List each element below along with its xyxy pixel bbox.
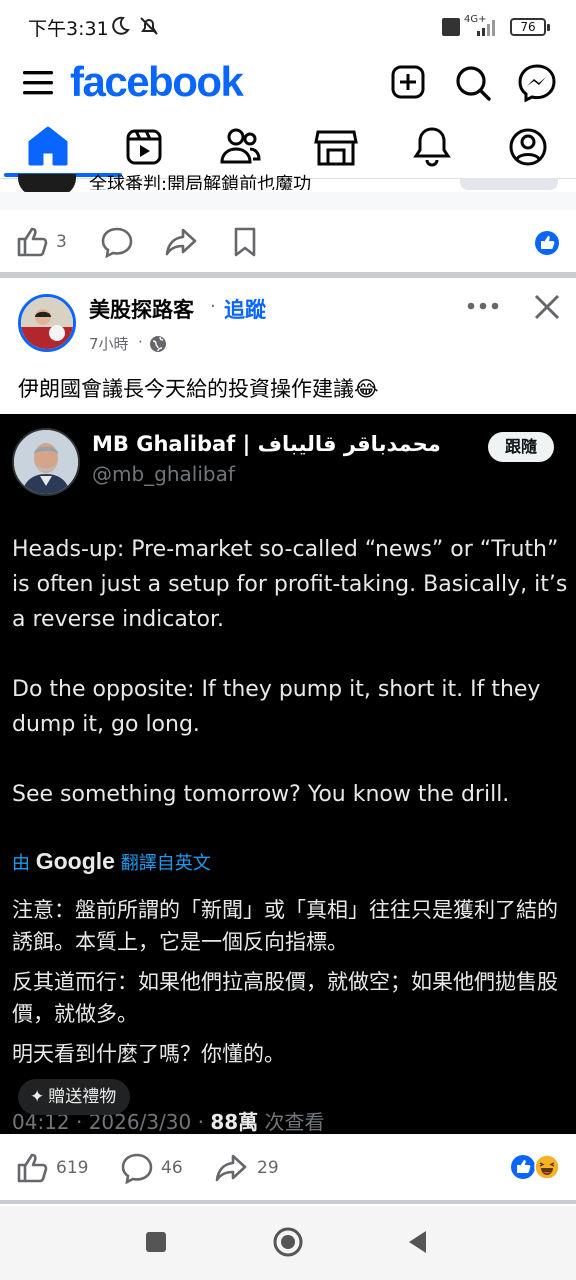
create-icon[interactable] bbox=[388, 62, 428, 102]
like-count: 3 bbox=[56, 232, 67, 252]
translated-paragraph: 注意：盤前所謂的「新聞」或「真相」往往只是獲利了結的誘餌。本質上，它是一個反向指… bbox=[12, 898, 558, 954]
google-logo: Google bbox=[35, 848, 115, 874]
android-nav-bar bbox=[0, 1206, 576, 1280]
like-reaction-icon bbox=[511, 1155, 535, 1179]
translate-link: 翻譯自英文 bbox=[120, 853, 211, 874]
tweet-views: 88萬 bbox=[210, 1110, 259, 1134]
post-caption: 伊朗國會議長今天給的投資操作建議😂 bbox=[18, 377, 379, 401]
share-icon[interactable] bbox=[164, 226, 198, 258]
gift-icon: ✦ bbox=[30, 1087, 45, 1107]
post-image-tweet[interactable]: MB Ghalibaf | محمدباقر قالیباف @mb_ghali… bbox=[0, 414, 576, 1134]
tweet-paragraph: Heads-up: Pre-market so-called “news” or… bbox=[12, 537, 568, 632]
translate-prefix: 由 bbox=[12, 853, 30, 874]
recents-button[interactable] bbox=[146, 1232, 166, 1252]
tab-profile[interactable] bbox=[498, 122, 558, 172]
tab-marketplace[interactable] bbox=[306, 122, 366, 172]
send-gift-button[interactable]: ✦ 贈送禮物 bbox=[18, 1079, 131, 1115]
share-icon[interactable] bbox=[214, 1152, 248, 1184]
gift-label: 贈送禮物 bbox=[48, 1087, 117, 1107]
like-icon[interactable] bbox=[16, 1152, 50, 1184]
volte-icon bbox=[442, 18, 460, 36]
prev-post-button[interactable] bbox=[460, 178, 558, 190]
more-options-icon[interactable] bbox=[466, 296, 500, 316]
translated-paragraph: 反其道而行：如果他們拉高股價，就做空；如果他們拋售股價，就做多。 bbox=[12, 970, 558, 1026]
bookmark-icon[interactable] bbox=[230, 226, 260, 258]
menu-icon[interactable] bbox=[20, 66, 56, 100]
like-reaction-icon bbox=[535, 231, 559, 255]
tweet-paragraph: See something tomorrow? You know the dri… bbox=[12, 782, 510, 807]
author-avatar[interactable] bbox=[18, 294, 76, 352]
comment-icon[interactable] bbox=[100, 226, 134, 258]
search-icon[interactable] bbox=[452, 62, 494, 104]
facebook-logo[interactable]: facebook bbox=[70, 58, 244, 106]
translated-paragraph: 明天看到什麼了嗎？你懂的。 bbox=[12, 1042, 285, 1066]
muted-icon bbox=[140, 17, 158, 35]
tweet-paragraph: Do the opposite: If they pump it, short … bbox=[12, 677, 541, 737]
messenger-icon[interactable] bbox=[516, 62, 558, 104]
prev-post-bg bbox=[0, 192, 576, 210]
haha-reaction-icon bbox=[534, 1154, 560, 1180]
tab-notifications[interactable] bbox=[402, 122, 462, 172]
tab-home[interactable] bbox=[18, 122, 78, 172]
like-count: 619 bbox=[56, 1158, 89, 1178]
post-separator bbox=[0, 272, 576, 278]
follow-button[interactable]: 追蹤 bbox=[224, 294, 266, 324]
back-button[interactable] bbox=[404, 1228, 432, 1256]
status-bar: 下午3:31 4G+ 76 bbox=[0, 0, 576, 54]
post-time: 7小時 bbox=[89, 335, 129, 353]
post-author[interactable]: 美股探路客 bbox=[89, 294, 194, 324]
close-icon[interactable] bbox=[532, 292, 562, 322]
globe-icon bbox=[150, 336, 166, 352]
dot-separator: · bbox=[138, 333, 143, 351]
dot-separator: · bbox=[210, 296, 216, 317]
battery-indicator: 76 bbox=[510, 18, 550, 36]
tweet-handle: @mb_ghalibaf bbox=[92, 462, 235, 486]
comment-icon[interactable] bbox=[120, 1152, 154, 1184]
home-button[interactable] bbox=[272, 1226, 304, 1258]
tweet-avatar bbox=[12, 428, 80, 496]
tweet-display-name: MB Ghalibaf | محمدباقر قالیباف bbox=[92, 432, 441, 456]
tab-video[interactable] bbox=[114, 122, 174, 172]
dnd-moon-icon bbox=[112, 16, 130, 35]
comment-count: 46 bbox=[161, 1158, 183, 1178]
tweet-views-label: 次查看 bbox=[264, 1110, 325, 1134]
tweet-follow-button: 跟隨 bbox=[488, 432, 554, 462]
share-count: 29 bbox=[257, 1158, 279, 1178]
like-icon[interactable] bbox=[16, 226, 50, 258]
signal-icon bbox=[477, 20, 495, 36]
post-separator bbox=[0, 1200, 576, 1204]
status-time: 下午3:31 bbox=[28, 18, 109, 40]
tab-friends[interactable] bbox=[210, 122, 270, 172]
translation-attribution: 由 Google 翻譯自英文 bbox=[12, 848, 211, 875]
battery-level: 76 bbox=[520, 20, 536, 34]
prev-post-text[interactable]: 全球番判:開局解鎖前也魔功 bbox=[89, 170, 311, 190]
